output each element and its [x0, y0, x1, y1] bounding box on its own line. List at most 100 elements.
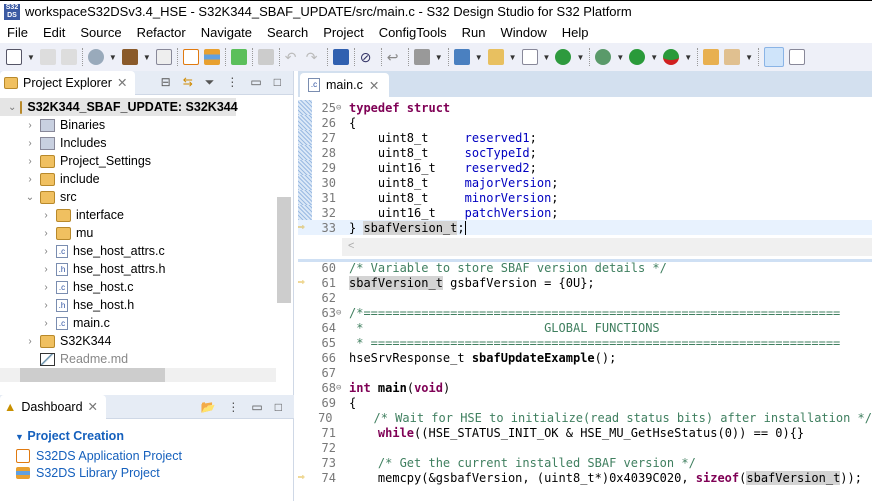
debug-bug-icon[interactable]: [595, 49, 612, 65]
link-s32ds-application-project[interactable]: S32DS Application Project: [16, 449, 294, 463]
undo-icon[interactable]: ↶: [285, 49, 301, 65]
run-icon[interactable]: [629, 49, 646, 65]
terminal-icon[interactable]: [332, 49, 349, 65]
new-library-project-icon[interactable]: [203, 49, 220, 65]
tree-item[interactable]: › .c hse_host_attrs.c: [0, 242, 292, 260]
new-application-project-icon[interactable]: [182, 49, 199, 65]
chip-icon[interactable]: [413, 49, 430, 65]
section-label: Project Creation: [27, 429, 124, 443]
chevron-down-icon[interactable]: ⌄: [8, 102, 16, 113]
link-s32ds-library-project[interactable]: S32DS Library Project: [16, 466, 294, 480]
new-class-icon[interactable]: [555, 49, 572, 65]
maximize-icon[interactable]: □: [275, 400, 282, 414]
menu-project[interactable]: Project: [323, 25, 363, 40]
save-icon[interactable]: [39, 49, 56, 65]
tree-item[interactable]: › include: [0, 170, 292, 188]
build-config-icon[interactable]: [87, 49, 104, 65]
build-hammer-icon[interactable]: [121, 49, 138, 65]
chevron-right-icon[interactable]: ›: [24, 156, 36, 167]
tree-item[interactable]: › mu: [0, 224, 292, 242]
tree-item[interactable]: › Includes: [0, 134, 292, 152]
tree-item[interactable]: Readme.md: [0, 350, 292, 368]
chevron-right-icon[interactable]: ›: [40, 300, 52, 311]
new-source-folder-icon[interactable]: [487, 49, 504, 65]
import-project-icon[interactable]: 📂: [200, 400, 215, 414]
close-icon[interactable]: ✕: [117, 75, 127, 90]
chevron-right-icon[interactable]: ›: [24, 336, 36, 347]
chevron-right-icon[interactable]: ›: [40, 282, 52, 293]
fold-toggle-icon[interactable]: ⊖: [336, 308, 346, 318]
binary-icon[interactable]: [155, 49, 172, 65]
open-folder-icon[interactable]: [703, 49, 720, 65]
new-icon[interactable]: [6, 49, 22, 65]
maximize-icon[interactable]: □: [274, 75, 281, 90]
chevron-down-icon[interactable]: ⌄: [24, 192, 36, 203]
menu-configtools[interactable]: ConfigTools: [379, 25, 447, 40]
close-icon[interactable]: ✕: [369, 78, 379, 93]
menu-source[interactable]: Source: [80, 25, 121, 40]
fold-toggle-icon[interactable]: ⊖: [336, 383, 346, 393]
step-return-icon[interactable]: ↩: [387, 49, 403, 65]
pen-icon[interactable]: [724, 49, 741, 65]
tab-project-explorer[interactable]: Project Explorer ✕: [0, 70, 136, 95]
save-all-icon[interactable]: [60, 49, 77, 65]
redo-icon[interactable]: ↷: [306, 49, 322, 65]
tree-item[interactable]: › interface: [0, 206, 292, 224]
close-icon[interactable]: ✕: [88, 399, 98, 414]
link-with-editor-icon[interactable]: ⇆: [183, 75, 193, 90]
tree-item[interactable]: ⌄ S32K344_SBAF_UPDATE: S32K344: [0, 98, 238, 116]
chevron-right-icon[interactable]: ›: [40, 228, 52, 239]
gutter: [298, 190, 312, 205]
editor-horizontal-scrollbar[interactable]: <: [342, 238, 872, 256]
tab-dashboard[interactable]: ▲ Dashboard ✕: [0, 394, 107, 419]
editor-top-pane[interactable]: 25 ⊖ typedef struct 26{27 uint8_t reserved1…: [298, 100, 872, 237]
scroll-thumb[interactable]: [277, 197, 291, 303]
tree-item[interactable]: › .c hse_host.c: [0, 278, 292, 296]
filter-icon[interactable]: ⏷: [205, 75, 215, 90]
tree-item[interactable]: › .h hse_host.h: [0, 296, 292, 314]
collapse-all-icon[interactable]: ⊟: [161, 75, 171, 90]
line-number: 68: [321, 380, 336, 395]
menu-refactor[interactable]: Refactor: [137, 25, 186, 40]
tree-item[interactable]: › S32K344: [0, 332, 292, 350]
tree-horizontal-scrollbar[interactable]: [0, 368, 276, 382]
editor-bottom-pane[interactable]: 60 /* Variable to store SBAF version deta…: [298, 260, 872, 501]
chevron-right-icon[interactable]: ›: [40, 318, 52, 329]
c-source-icon[interactable]: [257, 49, 274, 65]
menu-window[interactable]: Window: [500, 25, 546, 40]
new-c-file-icon[interactable]: [521, 49, 538, 65]
view-menu-icon[interactable]: ⋮: [226, 75, 238, 90]
minimize-icon[interactable]: ▭: [251, 400, 262, 414]
tree-item[interactable]: › .h hse_host_attrs.h: [0, 260, 292, 278]
section-project-creation[interactable]: ▼ Project Creation: [15, 429, 294, 443]
highlight-toggle-icon[interactable]: [764, 47, 785, 67]
chevron-right-icon[interactable]: ›: [24, 174, 36, 185]
chevron-right-icon[interactable]: ›: [24, 120, 36, 131]
view-menu-icon[interactable]: ⋮: [227, 400, 239, 414]
new-monitor-icon[interactable]: [230, 49, 247, 65]
menu-file[interactable]: File: [7, 25, 28, 40]
tree-vertical-scrollbar[interactable]: [276, 101, 291, 366]
chevron-right-icon[interactable]: ›: [24, 138, 36, 149]
new-c-project-icon[interactable]: [453, 49, 470, 65]
tree-item[interactable]: ⌄ src: [0, 188, 292, 206]
chevron-right-icon[interactable]: ›: [40, 264, 52, 275]
menu-edit[interactable]: Edit: [43, 25, 65, 40]
menu-run[interactable]: Run: [462, 25, 486, 40]
minimize-icon[interactable]: ▭: [250, 75, 261, 90]
tree-item[interactable]: › .c main.c: [0, 314, 292, 332]
scroll-thumb[interactable]: [20, 368, 165, 382]
fold-toggle-icon[interactable]: ⊖: [336, 103, 346, 113]
chevron-right-icon[interactable]: ›: [40, 210, 52, 221]
tree-item[interactable]: › Binaries: [0, 116, 292, 134]
menu-navigate[interactable]: Navigate: [201, 25, 252, 40]
menu-search[interactable]: Search: [267, 25, 308, 40]
code-token: /* Wait for HSE to initialize(read statu…: [373, 410, 872, 425]
skip-breakpoints-icon[interactable]: ⊘: [360, 49, 376, 65]
menu-help[interactable]: Help: [562, 25, 589, 40]
tab-main-c[interactable]: .c main.c ✕: [300, 73, 390, 97]
chevron-right-icon[interactable]: ›: [40, 246, 52, 257]
show-whitespace-icon[interactable]: [789, 49, 806, 65]
external-tools-icon[interactable]: [663, 49, 680, 65]
tree-item[interactable]: › Project_Settings: [0, 152, 292, 170]
